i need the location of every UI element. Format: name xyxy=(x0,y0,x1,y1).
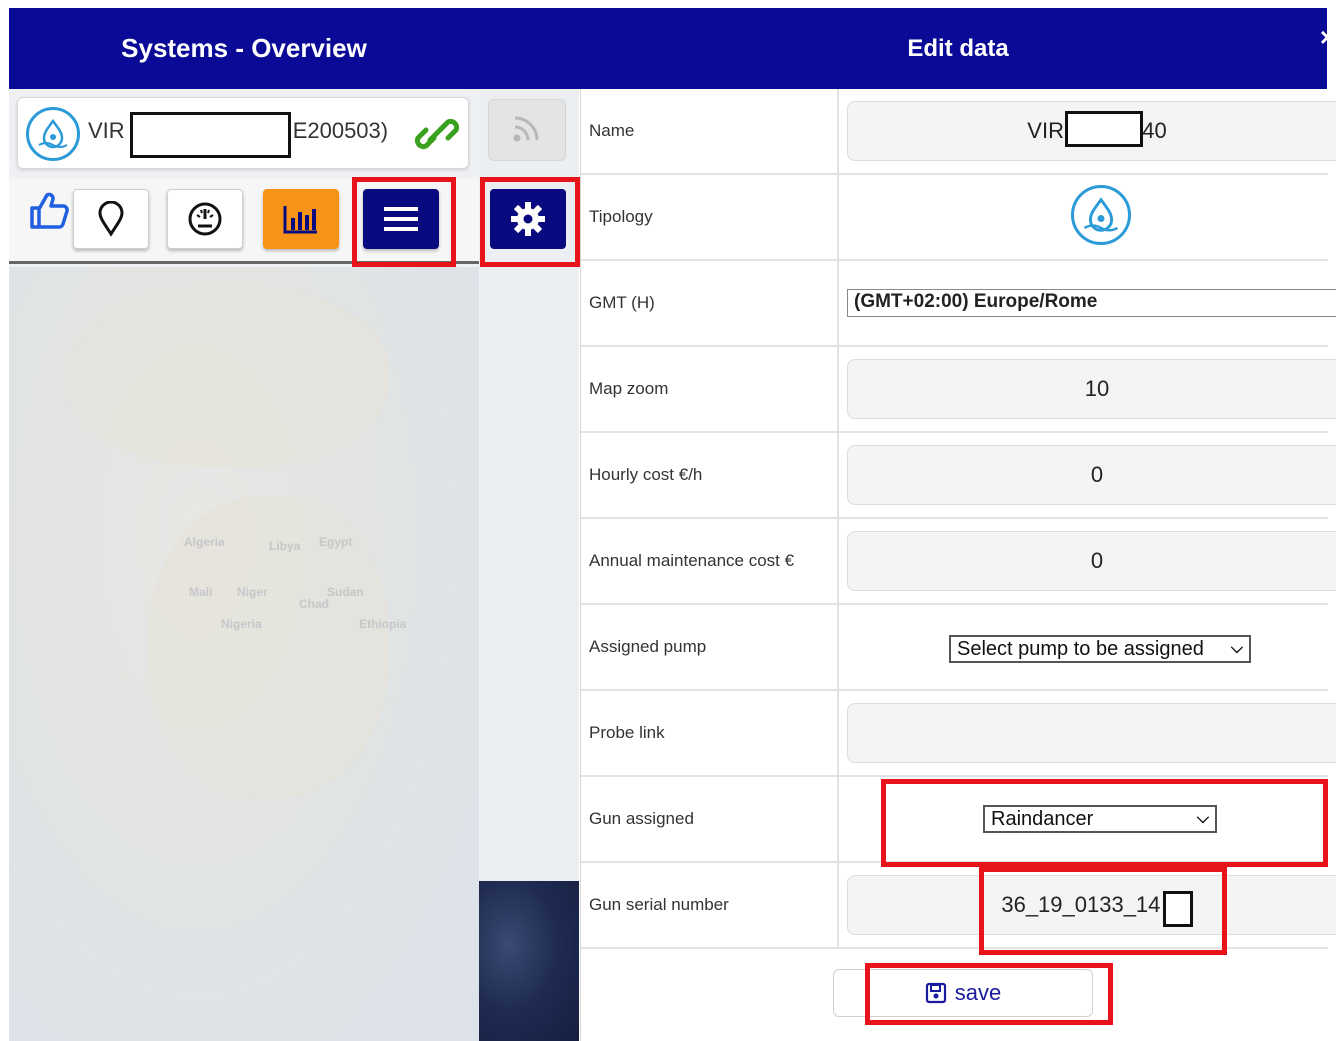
hourly-cost-value: 0 xyxy=(1090,462,1104,487)
hourly-cost-field[interactable]: 0 xyxy=(847,445,1336,505)
hamburger-menu-icon xyxy=(384,207,418,231)
maintenance-cost-label: Annual maintenance cost € xyxy=(589,551,795,570)
form-row-map-zoom: Map zoom 10 xyxy=(581,347,1336,433)
edit-data-form: Name VIR 540 Tipology GMT (H) (GMT+02:00… xyxy=(580,89,1336,1041)
gmt-select[interactable]: (GMT+02:00) Europe/Rome xyxy=(847,289,1336,317)
map-land xyxy=(69,287,389,467)
maintenance-cost-value: 0 xyxy=(1090,548,1104,573)
bar-chart-icon xyxy=(283,206,317,234)
assigned-pump-label: Assigned pump xyxy=(589,637,707,656)
location-pin-icon xyxy=(98,201,124,237)
form-row-name: Name VIR 540 xyxy=(581,89,1336,175)
gun-serial-label: Gun serial number xyxy=(589,895,729,914)
form-row-hourly-cost: Hourly cost €/h 0 xyxy=(581,433,1336,519)
map-zoom-label: Map zoom xyxy=(589,379,669,398)
redaction-box xyxy=(1163,891,1193,927)
maintenance-cost-field[interactable]: 0 xyxy=(847,531,1336,591)
map-label: Algeria xyxy=(184,535,225,549)
redaction-box xyxy=(130,112,291,158)
gauge-icon xyxy=(188,202,222,236)
mini-map[interactable] xyxy=(479,881,579,1041)
map-zoom-value: 10 xyxy=(1084,376,1110,401)
map-label: Mali xyxy=(189,585,213,599)
name-label: Name xyxy=(589,121,635,140)
map-zoom-cell: 10 xyxy=(837,347,1336,431)
save-button[interactable]: save xyxy=(833,969,1093,1017)
map-label: Ethiopia xyxy=(359,617,407,631)
gun-assigned-value: Raindancer xyxy=(991,807,1094,830)
app-header: Systems - Overview Edit data × xyxy=(9,8,1335,89)
form-row-tipology: Tipology xyxy=(581,175,1328,261)
probe-link-cell xyxy=(837,691,1336,775)
close-icon[interactable]: × xyxy=(1320,22,1335,53)
hourly-cost-cell: 0 xyxy=(837,433,1336,517)
gmt-value: (GMT+02:00) Europe/Rome xyxy=(854,291,1098,312)
system-name-suffix: E200503) xyxy=(292,118,389,143)
settings-button[interactable] xyxy=(490,189,566,249)
name-value-prefix: VIR xyxy=(1027,118,1064,143)
map-label: Sudan xyxy=(327,585,364,599)
assigned-pump-select[interactable]: Select pump to be assigned ⌵ xyxy=(949,635,1251,663)
gun-assigned-label: Gun assigned xyxy=(589,809,694,828)
location-button[interactable] xyxy=(73,189,149,249)
tipology-cell xyxy=(837,175,1328,259)
map-label: Niger xyxy=(237,585,268,599)
form-row-gun-serial: Gun serial number 36_19_0133_145 xyxy=(581,863,1336,949)
systems-panel: Algeria Libya Egypt Mali Niger Chad Suda… xyxy=(9,89,580,1041)
gmt-label: GMT (H) xyxy=(589,293,655,312)
probe-link-label: Probe link xyxy=(589,723,665,742)
screen: Systems - Overview Edit data × Algeria L… xyxy=(0,0,1336,1041)
assigned-pump-value: Select pump to be assigned xyxy=(957,637,1204,660)
redaction-box xyxy=(1065,111,1143,147)
map-label: Egypt xyxy=(319,535,353,549)
gmt-cell: (GMT+02:00) Europe/Rome xyxy=(837,261,1336,345)
form-row-gun-assigned: Gun assigned Raindancer ⌵ xyxy=(581,777,1328,863)
gun-assigned-select[interactable]: Raindancer ⌵ xyxy=(983,805,1217,833)
tipology-label: Tipology xyxy=(589,207,653,226)
gauge-button[interactable] xyxy=(167,189,243,249)
water-drop-logo-icon[interactable] xyxy=(1071,185,1131,245)
statistics-button[interactable] xyxy=(263,189,339,249)
assigned-pump-cell: Select pump to be assigned ⌵ xyxy=(837,605,1328,689)
floppy-disk-icon xyxy=(925,982,946,1004)
save-label: save xyxy=(954,980,1002,1005)
gun-serial-cell: 36_19_0133_145 xyxy=(837,863,1336,947)
overview-title: Systems - Overview xyxy=(121,33,367,63)
form-row-probe-link: Probe link xyxy=(581,691,1336,777)
form-row-assigned-pump: Assigned pump Select pump to be assigned… xyxy=(581,605,1328,691)
map-background[interactable]: Algeria Libya Egypt Mali Niger Chad Suda… xyxy=(9,267,479,1041)
maintenance-cost-cell: 0 xyxy=(837,519,1336,603)
map-label: Nigeria xyxy=(221,617,262,631)
gear-icon xyxy=(511,202,545,236)
form-row-maintenance-cost: Annual maintenance cost € 0 xyxy=(581,519,1336,605)
menu-button[interactable] xyxy=(363,189,439,249)
chevron-down-icon: ⌵ xyxy=(1196,810,1209,827)
chevron-down-icon: ⌵ xyxy=(1230,640,1243,657)
name-cell: VIR 540 xyxy=(837,89,1336,173)
edit-data-title: Edit data xyxy=(907,34,1009,62)
map-label: Libya xyxy=(269,539,301,553)
water-drop-logo-icon xyxy=(26,107,80,161)
thumbs-up-icon[interactable] xyxy=(27,189,71,233)
map-zoom-field[interactable]: 10 xyxy=(847,359,1336,419)
system-name-prefix: VIR xyxy=(88,118,125,143)
system-selector[interactable]: VIR E200503) xyxy=(17,97,469,169)
map-label: Chad xyxy=(299,597,329,611)
form-row-gmt: GMT (H) (GMT+02:00) Europe/Rome xyxy=(581,261,1336,347)
gun-serial-field[interactable]: 36_19_0133_145 xyxy=(847,875,1336,935)
rss-feed-button[interactable] xyxy=(488,99,566,161)
hourly-cost-label: Hourly cost €/h xyxy=(589,465,703,484)
link-icon[interactable] xyxy=(414,114,460,154)
gun-assigned-cell: Raindancer ⌵ xyxy=(837,777,1328,861)
rss-icon xyxy=(509,110,545,151)
toolbar xyxy=(9,179,479,264)
probe-link-field[interactable] xyxy=(847,703,1336,763)
gun-serial-prefix: 36_19_0133_14 xyxy=(1001,892,1161,917)
